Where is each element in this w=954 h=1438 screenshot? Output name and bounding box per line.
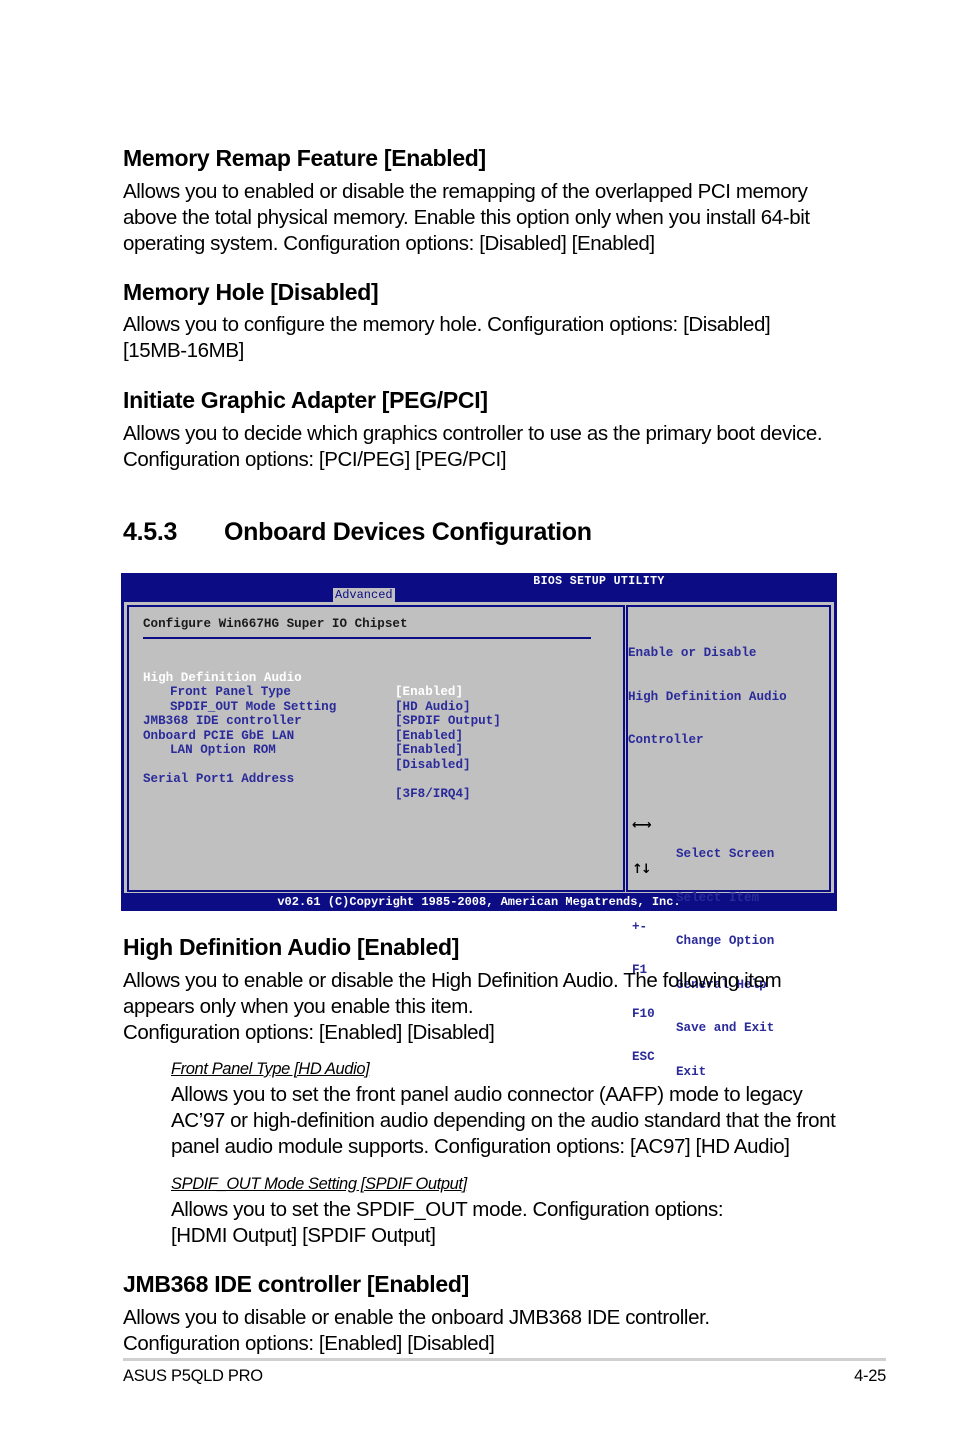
text-line: Allows you to enabled or disable the rem… [123, 180, 808, 203]
bios-settings-panel: Configure Win667HG Super IO Chipset High… [127, 605, 625, 892]
bios-settings-list: High Definition Audio [Enabled] Front Pa… [143, 656, 501, 801]
bios-screenshot: BIOS SETUP UTILITY Advanced Configure Wi… [121, 573, 837, 1079]
paragraph-memory-remap: Allows you to enabled or disable the rem… [123, 179, 810, 257]
key-row-general-help: F1 General Help [632, 949, 767, 992]
key-desc: Exit [676, 1064, 707, 1079]
footer-divider [123, 1358, 886, 1361]
text-line: Configuration options: [PCI/PEG] [PEG/PC… [123, 448, 507, 471]
paragraph-memory-hole: Allows you to configure the memory hole.… [123, 312, 771, 364]
text-line: panel audio module supports. Configurati… [171, 1135, 790, 1158]
setting-label: Serial Port1 Address [143, 772, 295, 786]
heading-memory-hole: Memory Hole [Disabled] [123, 279, 379, 305]
setting-value[interactable]: [HD Audio] [395, 700, 471, 715]
bios-copyright: v02.61 (C)Copyright 1985-2008, American … [277, 895, 681, 909]
text-line: [15MB-16MB] [123, 339, 244, 362]
bios-setting-pcie-lan[interactable]: Onboard PCIE GbE LAN [Enabled] [143, 714, 463, 758]
setting-value[interactable]: [Enabled] [395, 685, 463, 700]
subheading-front-panel-type: Front Panel Type [HD Audio] [171, 1060, 370, 1078]
heading-graphic-adapter: Initiate Graphic Adapter [PEG/PCI] [123, 387, 488, 413]
bios-spacer [143, 743, 219, 758]
bios-setting-spdif-out[interactable]: SPDIF_OUT Mode Setting [SPDIF Output] [143, 685, 501, 729]
key-label: +- [632, 919, 648, 934]
paragraph-hd-audio: Allows you to enable or disable the High… [123, 968, 782, 1046]
section-name: Onboard Devices Configuration [224, 518, 592, 546]
setting-value[interactable]: [Disabled] [395, 758, 471, 773]
text-line: Configuration options: [Enabled] [Disabl… [123, 1021, 495, 1044]
text-line: Allows you to set the front panel audio … [171, 1083, 803, 1106]
bios-panel-header: Configure Win667HG Super IO Chipset [143, 617, 408, 631]
up-down-arrows-icon: ↑↓ [632, 861, 652, 877]
heading-jmb368: JMB368 IDE controller [Enabled] [123, 1271, 469, 1297]
text-line: [HDMI Output] [SPDIF Output] [171, 1224, 436, 1247]
key-row-select-screen: ←→ Select Screen [632, 818, 774, 861]
setting-value[interactable]: [Enabled] [395, 729, 463, 744]
section-number: 4.5.3 [123, 518, 178, 546]
bios-title: BIOS SETUP UTILITY [533, 575, 665, 588]
key-desc: Change Option [676, 934, 775, 948]
heading-memory-remap: Memory Remap Feature [Enabled] [123, 145, 486, 171]
text-line: Configuration options: [Enabled] [Disabl… [123, 1332, 495, 1355]
help-line: Controller [628, 733, 704, 747]
key-row-select-item: ↑↓ Select Item [632, 861, 759, 905]
left-right-arrows-icon: ←→ [632, 818, 652, 833]
paragraph-graphic-adapter: Allows you to decide which graphics cont… [123, 421, 823, 473]
help-line: Enable or Disable [628, 646, 757, 660]
subheading-spdif-out: SPDIF_OUT Mode Setting [SPDIF Output] [171, 1175, 467, 1193]
bios-help-text: Enable or Disable High Definition Audio … [628, 617, 787, 777]
bios-body: Configure Win667HG Super IO Chipset High… [124, 602, 834, 1079]
bios-setting-lan-option-rom[interactable]: LAN Option ROM [Disabled] [143, 729, 471, 772]
section-title: 4.5.3 Onboard Devices Configuration [123, 518, 592, 547]
bios-help-panel: Enable or Disable High Definition Audio … [626, 605, 831, 1079]
bios-header-divider [143, 637, 591, 639]
paragraph-spdif-out: Allows you to set the SPDIF_OUT mode. Co… [171, 1197, 724, 1249]
text-line: AC’97 or high-definition audio depending… [171, 1109, 836, 1132]
text-line: Allows you to set the SPDIF_OUT mode. Co… [171, 1198, 724, 1221]
text-line: operating system. Configuration options:… [123, 232, 655, 255]
text-line: Allows you to disable or enable the onbo… [123, 1306, 710, 1329]
paragraph-jmb368: Allows you to disable or enable the onbo… [123, 1305, 710, 1357]
heading-hd-audio: High Definition Audio [Enabled] [123, 934, 460, 960]
bios-setting-hd-audio[interactable]: High Definition Audio [Enabled] [143, 656, 463, 700]
text-line: Allows you to enable or disable the High… [123, 969, 782, 992]
help-line: High Definition Audio [628, 689, 787, 704]
key-label: ESC [632, 1050, 655, 1064]
setting-value[interactable]: [3F8/IRQ4] [395, 787, 471, 802]
footer-page-number: 4-25 [854, 1367, 886, 1385]
text-line: above the total physical memory. Enable … [123, 206, 810, 229]
bios-setting-serial-port[interactable]: Serial Port1 Address [3F8/IRQ4] [143, 758, 471, 801]
text-line: Allows you to configure the memory hole.… [123, 313, 771, 336]
bios-setting-front-panel-type[interactable]: Front Panel Type [HD Audio] [143, 671, 471, 714]
bios-setting-jmb368[interactable]: JMB368 IDE controller [Enabled] [143, 700, 463, 743]
key-desc: Select Screen [676, 847, 775, 861]
setting-value[interactable]: [SPDIF Output] [395, 714, 501, 729]
footer-product-name: ASUS P5QLD PRO [123, 1367, 263, 1385]
setting-value[interactable]: [Enabled] [395, 743, 463, 758]
text-line: Allows you to decide which graphics cont… [123, 422, 823, 445]
bios-tab-advanced[interactable]: Advanced [333, 588, 395, 602]
text-line: appears only when you enable this item. [123, 995, 474, 1018]
paragraph-front-panel-type: Allows you to set the front panel audio … [171, 1082, 836, 1160]
